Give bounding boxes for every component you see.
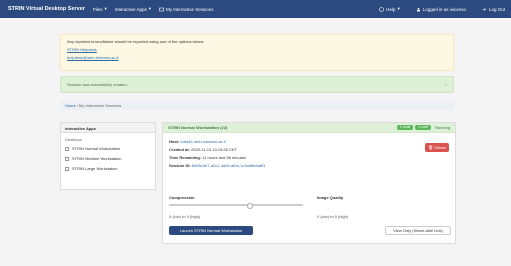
- user-icon: [416, 7, 420, 11]
- delete-button[interactable]: 🗑 Delete: [425, 143, 449, 152]
- nav-help-label: Help: [386, 6, 396, 12]
- brand-title[interactable]: STRIN Virtual Desktop Server: [8, 6, 85, 12]
- view-only-button[interactable]: View Only (Share-able Link): [385, 226, 451, 235]
- nav-logout-label: Log Out: [488, 6, 505, 12]
- session-badges: 1 node 1 core Running: [396, 125, 450, 130]
- breadcrumb-separator: /: [76, 103, 78, 108]
- breadcrumb-current: My Interactive Sessions: [79, 103, 122, 108]
- nav-files-label: Files: [92, 6, 103, 12]
- nav-files[interactable]: Files ▾: [93, 6, 107, 12]
- time-remaining-value: 11 hours and 58 minutes: [202, 155, 247, 160]
- logged-in-label: Logged in as ivicenso: [422, 6, 466, 12]
- app-item-medium[interactable]: STRIN Medium Workstation: [65, 156, 151, 161]
- compression-slider[interactable]: [169, 202, 303, 209]
- sessions-icon: [159, 7, 164, 11]
- app-item-normal[interactable]: STRIN Normal Workstation: [65, 146, 151, 151]
- support-alert-text: Any reported errors/failure should be re…: [67, 39, 205, 44]
- session-card: STRIN Normal Workstation (22) 1 node 1 c…: [162, 122, 456, 244]
- launch-button[interactable]: Launch STRIN Normal Workstation: [169, 226, 253, 235]
- nav-interactive-apps[interactable]: Interactive Apps ▾: [115, 6, 151, 12]
- nav-help[interactable]: Help ▾: [379, 6, 400, 12]
- nav-interactive-apps-label: Interactive Apps: [114, 6, 147, 12]
- breadcrumb-home[interactable]: Home: [65, 103, 76, 108]
- app-item-large[interactable]: STRIN Large Workstation: [65, 166, 151, 171]
- help-icon: [379, 6, 384, 12]
- caret-down-icon: ▾: [104, 6, 107, 11]
- panel-header: Interactive Apps: [61, 123, 155, 133]
- panel-section-label: Desktops: [65, 137, 82, 142]
- app-item-label: STRIN Medium Workstation: [72, 156, 122, 161]
- quality-title: Image Quality: [317, 195, 344, 200]
- app-item-label: STRIN Normal Workstation: [72, 146, 121, 151]
- quality-col: Image Quality 0 (low) to 9 (high): [317, 195, 451, 219]
- desktop-icon: [65, 166, 69, 171]
- session-settings: Compression 0 (low) to 9 (high) Image Qu…: [169, 195, 451, 239]
- breadcrumb: Home / My Interactive Sessions: [60, 101, 454, 110]
- quality-spacer: [317, 204, 451, 206]
- quality-note: 0 (low) to 9 (high): [317, 214, 349, 219]
- compression-col: Compression 0 (low) to 9 (high): [169, 195, 303, 219]
- caret-down-icon: ▾: [148, 6, 152, 11]
- caret-down-icon: ▾: [397, 6, 400, 11]
- close-icon[interactable]: ×: [445, 82, 447, 87]
- success-alert: Session was successfully created. ×: [60, 76, 454, 93]
- compression-slider-thumb[interactable]: [247, 202, 254, 209]
- compression-title: Compression: [169, 195, 195, 200]
- support-alert: Any reported errors/failure should be re…: [60, 34, 454, 71]
- delete-label: Delete: [434, 145, 446, 150]
- helpdesk-email-link[interactable]: helpdesk@strin.ivicenso.ac.il: [67, 55, 118, 60]
- helpdesk-link[interactable]: STRIN Helpdesk: [67, 47, 97, 52]
- core-badge: 1 core: [415, 125, 432, 130]
- app-item-label: STRIN Large Workstation: [72, 166, 118, 171]
- created-label: Created at:: [169, 147, 190, 152]
- success-alert-text: Session was successfully created.: [67, 82, 128, 87]
- logged-in-user: Logged in as ivicenso: [416, 6, 466, 12]
- nav-right-group: Help ▾ Logged in as ivicenso Log Out: [371, 6, 505, 12]
- top-navbar: STRIN Virtual Desktop Server Files ▾ Inte…: [0, 0, 511, 18]
- session-id-link[interactable]: 8d55c3e7-a2c1-4a2b-af4a-1c3ad6b6a8f1: [192, 163, 266, 168]
- nav-logout[interactable]: Log Out: [482, 6, 505, 12]
- compression-note: 0 (low) to 9 (high): [169, 214, 201, 219]
- host-label: Host:: [169, 139, 180, 144]
- nav-my-sessions[interactable]: My Interactive Sessions: [159, 7, 214, 12]
- session-card-header: STRIN Normal Workstation (22) 1 node 1 c…: [163, 123, 455, 133]
- time-remaining-label: Time Remaining:: [169, 155, 202, 160]
- created-value: 2020-11-10 13:15:26 CET: [191, 147, 237, 152]
- session-title[interactable]: STRIN Normal Workstation (22): [168, 125, 227, 130]
- status-label: Running: [435, 125, 450, 130]
- logout-icon: [482, 7, 486, 11]
- host-value[interactable]: vdesk1.strin.ivicenso.ac.il: [180, 139, 225, 144]
- trash-icon: 🗑: [428, 145, 434, 150]
- session-details: Host: vdesk1.strin.ivicenso.ac.il Create…: [163, 133, 455, 168]
- desktop-icon: [65, 156, 69, 161]
- desktop-icon: [65, 146, 69, 151]
- session-id-label: Session ID:: [169, 163, 191, 168]
- nav-my-sessions-label: My Interactive Sessions: [166, 6, 214, 12]
- node-badge: 1 node: [396, 125, 414, 130]
- interactive-apps-panel: Interactive Apps Desktops STRIN Normal W…: [60, 122, 156, 190]
